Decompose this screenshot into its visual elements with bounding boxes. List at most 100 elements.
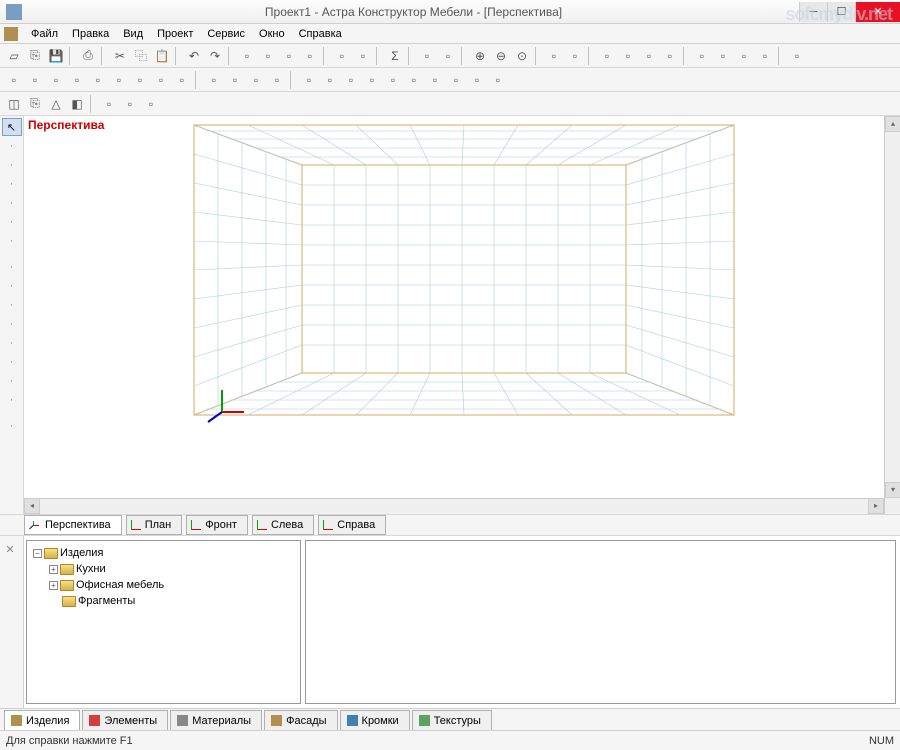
c7-icon[interactable]: ▫	[425, 70, 445, 90]
undo-icon[interactable]: ↶	[184, 46, 204, 66]
c2-icon[interactable]: ▫	[320, 70, 340, 90]
cut-icon[interactable]: ✂	[110, 46, 130, 66]
bottom-tab-4[interactable]: Кромки	[340, 710, 410, 730]
a7-icon[interactable]: ▫	[130, 70, 150, 90]
a9-icon[interactable]: ▫	[172, 70, 192, 90]
bottom-tab-3[interactable]: Фасады	[264, 710, 337, 730]
p3-icon[interactable]: ▫	[141, 94, 161, 114]
c9-icon[interactable]: ▫	[467, 70, 487, 90]
zoomfit-icon[interactable]: ⊙	[512, 46, 532, 66]
t9-icon[interactable]: ▫	[544, 46, 564, 66]
l6-icon[interactable]: ·	[2, 232, 22, 250]
open-icon[interactable]: ⎘	[25, 46, 45, 66]
l3-icon[interactable]: ·	[2, 175, 22, 193]
redo-icon[interactable]: ↷	[205, 46, 225, 66]
c1-icon[interactable]: ▫	[299, 70, 319, 90]
c6-icon[interactable]: ▫	[713, 46, 733, 66]
tree-toggle-icon[interactable]: +	[49, 581, 58, 590]
l14-icon[interactable]: ·	[2, 391, 22, 409]
menu-Вид[interactable]: Вид	[116, 26, 150, 42]
view-tab-1[interactable]: План	[126, 515, 183, 535]
close-button[interactable]: ✕	[855, 2, 900, 22]
a2-icon[interactable]: ▫	[25, 70, 45, 90]
arrow-icon[interactable]: ↖	[2, 118, 22, 136]
copy-icon[interactable]: ⿻	[131, 46, 151, 66]
scroll-down-icon[interactable]: ▾	[885, 482, 900, 498]
b4-icon[interactable]: ▫	[267, 70, 287, 90]
zoomin-icon[interactable]: ⊕	[470, 46, 490, 66]
c3-icon[interactable]: ▫	[341, 70, 361, 90]
tree-item[interactable]: +Кухни	[31, 561, 296, 577]
t8-icon[interactable]: ▫	[438, 46, 458, 66]
b3-icon[interactable]: ▫	[246, 70, 266, 90]
bottom-tab-5[interactable]: Текстуры	[412, 710, 492, 730]
print-icon[interactable]: ⎙	[78, 46, 98, 66]
l7-icon[interactable]: ·	[2, 258, 22, 276]
menu-Окно[interactable]: Окно	[252, 26, 292, 42]
l13-icon[interactable]: ·	[2, 372, 22, 390]
vertical-scrollbar[interactable]: ▴ ▾	[884, 116, 900, 498]
scroll-up-icon[interactable]: ▴	[885, 116, 900, 132]
c4-icon[interactable]: ▫	[362, 70, 382, 90]
view-tab-2[interactable]: Фронт	[186, 515, 248, 535]
menu-Проект[interactable]: Проект	[150, 26, 200, 42]
c6-icon[interactable]: ▫	[404, 70, 424, 90]
open-icon[interactable]: ⎘	[25, 94, 45, 114]
viewport[interactable]: Перспектива	[24, 116, 900, 514]
b1-icon[interactable]: ▫	[204, 70, 224, 90]
tree-toggle-icon[interactable]: −	[33, 549, 42, 558]
t4-icon[interactable]: ▫	[300, 46, 320, 66]
t5-icon[interactable]: ▫	[332, 46, 352, 66]
tree-root[interactable]: −Изделия	[31, 545, 296, 561]
a1-icon[interactable]: ▫	[4, 70, 24, 90]
t10-icon[interactable]: ▫	[565, 46, 585, 66]
menu-Правка[interactable]: Правка	[65, 26, 116, 42]
l10-icon[interactable]: ·	[2, 315, 22, 333]
c5-icon[interactable]: ▫	[383, 70, 403, 90]
p2-icon[interactable]: ▫	[120, 94, 140, 114]
l9-icon[interactable]: ·	[2, 296, 22, 314]
l8-icon[interactable]: ·	[2, 277, 22, 295]
scroll-right-icon[interactable]: ▸	[868, 498, 884, 514]
maximize-button[interactable]: ☐	[827, 2, 855, 22]
l5-icon[interactable]: ·	[2, 213, 22, 231]
a3-icon[interactable]: ▫	[46, 70, 66, 90]
menu-Файл[interactable]: Файл	[24, 26, 65, 42]
b2-icon[interactable]: ▫	[225, 70, 245, 90]
t1-icon[interactable]: ▫	[237, 46, 257, 66]
view-tab-0[interactable]: Перспектива	[24, 515, 122, 535]
t6-icon[interactable]: ▫	[353, 46, 373, 66]
preview-panel[interactable]	[305, 540, 896, 704]
a5-icon[interactable]: ▫	[88, 70, 108, 90]
l1-icon[interactable]: ·	[2, 137, 22, 155]
l12-icon[interactable]: ·	[2, 353, 22, 371]
p1-icon[interactable]: ▫	[99, 94, 119, 114]
a4-icon[interactable]: ▫	[67, 70, 87, 90]
c7-icon[interactable]: ▫	[734, 46, 754, 66]
close-panel-icon[interactable]: ✕	[0, 540, 20, 558]
scroll-left-icon[interactable]: ◂	[24, 498, 40, 514]
horizontal-scrollbar[interactable]	[40, 498, 868, 514]
t7-icon[interactable]: ▫	[417, 46, 437, 66]
c5-icon[interactable]: ▫	[692, 46, 712, 66]
cube3-icon[interactable]: ▫	[639, 46, 659, 66]
c8-icon[interactable]: ▫	[755, 46, 775, 66]
new-icon[interactable]: ▱	[4, 46, 24, 66]
view-tab-3[interactable]: Слева	[252, 515, 314, 535]
l11-icon[interactable]: ·	[2, 334, 22, 352]
t3-icon[interactable]: ▫	[279, 46, 299, 66]
tri-icon[interactable]: △	[46, 94, 66, 114]
bottom-tab-2[interactable]: Материалы	[170, 710, 262, 730]
bottom-tab-0[interactable]: Изделия	[4, 710, 80, 730]
menu-Сервис[interactable]: Сервис	[200, 26, 252, 42]
menu-Справка[interactable]: Справка	[292, 26, 349, 42]
l15-icon[interactable]: ·	[2, 417, 22, 435]
mirror-icon[interactable]: ◧	[67, 94, 87, 114]
view-tab-4[interactable]: Справа	[318, 515, 386, 535]
sigma-icon[interactable]: Σ	[385, 46, 405, 66]
box-icon[interactable]: ◫	[4, 94, 24, 114]
a6-icon[interactable]: ▫	[109, 70, 129, 90]
l2-icon[interactable]: ·	[2, 156, 22, 174]
c10-icon[interactable]: ▫	[488, 70, 508, 90]
t2-icon[interactable]: ▫	[258, 46, 278, 66]
